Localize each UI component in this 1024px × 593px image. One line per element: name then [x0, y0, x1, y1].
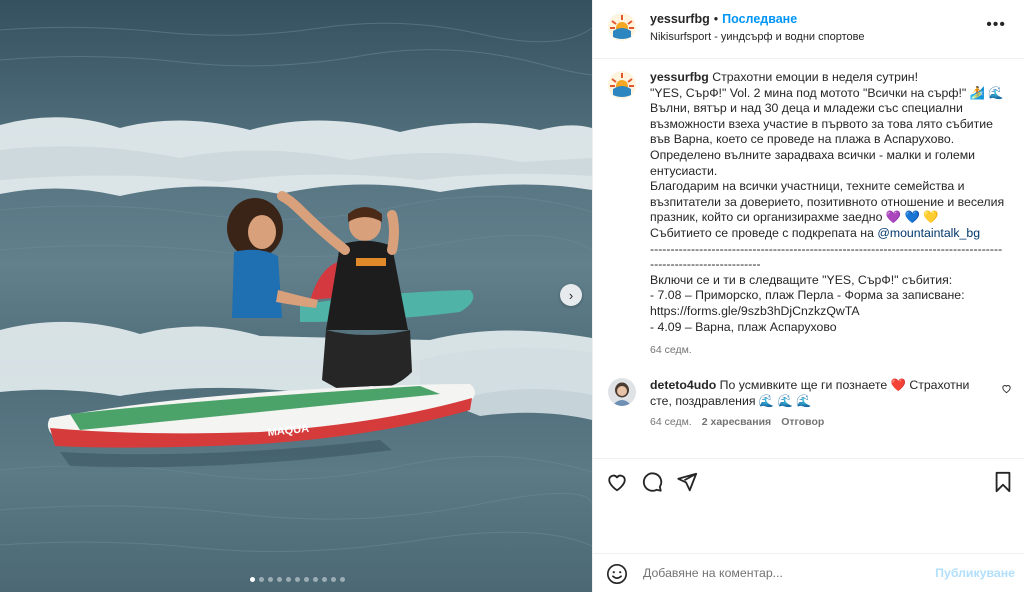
chevron-right-icon: › — [568, 287, 574, 303]
carousel-dot — [304, 577, 309, 582]
header-separator: • — [713, 12, 719, 26]
emoji-icon[interactable] — [606, 563, 628, 588]
bookmark-icon[interactable] — [993, 471, 1013, 496]
comment-heart-icon[interactable] — [1001, 383, 1012, 397]
caption-avatar[interactable] — [608, 71, 636, 99]
surf-scene-image: MAQUA — [0, 22, 592, 553]
comment-text: deteto4udo По усмивките ще ги познаете ❤… — [650, 378, 990, 409]
carousel-dot — [268, 577, 273, 582]
carousel-dot — [340, 577, 345, 582]
comment-composer: Публикуване — [593, 553, 1024, 593]
commenter-username[interactable]: deteto4udo — [650, 378, 716, 392]
send-icon[interactable] — [676, 471, 698, 496]
carousel-dot — [322, 577, 327, 582]
author-avatar[interactable] — [608, 13, 636, 41]
post-photo[interactable]: MAQUA › — [0, 0, 592, 592]
follow-button[interactable]: Последване — [722, 12, 797, 26]
caption-body: Страхотни емоции в неделя сутрин! "YES, … — [650, 70, 1005, 240]
comment-meta: 64 седм. 2 харесвания Отговор — [650, 416, 824, 428]
carousel-dots — [250, 577, 345, 582]
comment-icon[interactable] — [641, 471, 663, 496]
carousel-dot — [277, 577, 282, 582]
post-header: yessurfbg • Последване Nikisurfsport - уин… — [593, 0, 1024, 59]
mention-link[interactable]: @mountaintalk_bg — [877, 226, 980, 240]
post-actions — [593, 458, 1024, 539]
caption-body-continued: ----------------------------------------… — [650, 241, 1003, 334]
more-horizontal-icon[interactable]: ••• — [986, 16, 1006, 34]
reply-button[interactable]: Отговор — [781, 416, 824, 428]
carousel-dot — [250, 577, 255, 582]
publish-button[interactable]: Публикуване — [935, 566, 1015, 580]
carousel-dot — [313, 577, 318, 582]
carousel-dot — [286, 577, 291, 582]
comment-item: deteto4udo По усмивките ще ги познаете ❤… — [593, 375, 1024, 435]
heart-icon[interactable] — [606, 471, 628, 496]
post-details-panel: yessurfbg • Последване Nikisurfsport - уин… — [592, 0, 1024, 592]
comment-likes[interactable]: 2 харесвания — [702, 416, 771, 428]
carousel-dot — [259, 577, 264, 582]
carousel-next-button[interactable]: › — [560, 284, 582, 306]
comment-timestamp[interactable]: 64 седм. — [650, 416, 692, 428]
caption-text: yessurfbg Страхотни емоции в неделя сутр… — [650, 70, 1005, 335]
comment-input[interactable] — [641, 565, 925, 581]
author-username[interactable]: yessurfbg — [650, 12, 710, 26]
caption-section: yessurfbg Страхотни емоции в неделя сутр… — [593, 66, 1024, 366]
caption-username[interactable]: yessurfbg — [650, 70, 709, 84]
carousel-dot — [331, 577, 336, 582]
carousel-dot — [295, 577, 300, 582]
caption-timestamp[interactable]: 64 седм. — [650, 344, 692, 356]
commenter-avatar[interactable] — [608, 378, 636, 406]
location-link[interactable]: Nikisurfsport - уиндсърф и водни спортов… — [650, 31, 864, 43]
